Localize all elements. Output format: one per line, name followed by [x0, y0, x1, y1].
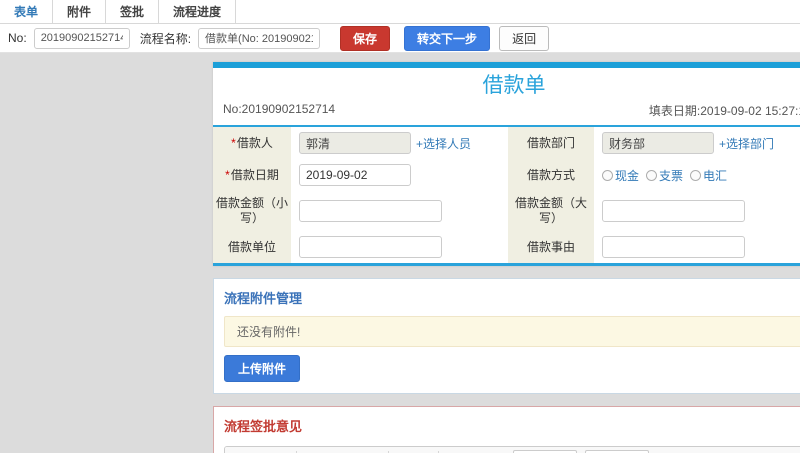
- tab-form[interactable]: 表单: [0, 0, 54, 23]
- upload-attachment-button[interactable]: 上传附件: [224, 355, 301, 382]
- borrow-method-field: 现金 支票 电汇: [594, 159, 800, 191]
- main-panel: 借款单 No:20190902152714 填表日期:2019-09-02 15…: [213, 62, 800, 453]
- next-step-button[interactable]: 转交下一步: [404, 25, 491, 51]
- no-label: No:: [8, 31, 27, 45]
- page-title: 借款单: [482, 74, 546, 97]
- radio-circle-icon[interactable]: [646, 169, 658, 181]
- borrower-label: *借款人: [213, 127, 291, 159]
- amount-lower-input[interactable]: [299, 200, 442, 222]
- no-attachment-alert: 还没有附件!: [224, 316, 800, 347]
- anchor-flag-button[interactable]: [364, 449, 384, 453]
- tab-bar: 表单 附件 签批 流程进度: [0, 0, 800, 24]
- approval-panel: 流程签批意见 B I abc: [213, 406, 800, 453]
- doc-fill-date: 填表日期:2019-09-02 15:27:1: [648, 104, 800, 118]
- amount-upper-input[interactable]: [602, 200, 745, 222]
- unlink-button[interactable]: [343, 449, 363, 453]
- borrow-date-input[interactable]: [299, 164, 411, 186]
- select-department-link[interactable]: +选择部门: [719, 135, 774, 152]
- borrower-field: +选择人员: [291, 127, 508, 159]
- borrow-date-label: *借款日期: [213, 159, 291, 191]
- borrow-reason-field: [594, 231, 800, 263]
- tab-approval[interactable]: 签批: [106, 0, 160, 23]
- borrow-method-radios: 现金 支票 电汇: [602, 167, 727, 184]
- radio-check[interactable]: 支票: [646, 167, 683, 184]
- back-button[interactable]: 返回: [499, 25, 550, 51]
- bulleted-list-button[interactable]: [414, 449, 434, 453]
- no-input[interactable]: [33, 27, 130, 49]
- form-toolbar: No: 流程名称: 保存 转交下一步 返回: [0, 24, 800, 53]
- amount-lower-field: [291, 191, 508, 231]
- remove-format-button[interactable]: [301, 449, 321, 453]
- borrower-input: [299, 132, 411, 154]
- blockquote-button[interactable]: ”: [485, 449, 505, 453]
- radio-circle-icon[interactable]: [690, 169, 702, 181]
- borrow-method-label: 借款方式: [508, 159, 594, 191]
- borrow-unit-label: 借款单位: [213, 231, 291, 263]
- radio-cash[interactable]: 现金: [602, 167, 639, 184]
- outdent-button[interactable]: [443, 449, 463, 453]
- strikethrough-button[interactable]: abc: [272, 449, 292, 453]
- numbered-list-button[interactable]: 1 2 3: [393, 449, 413, 453]
- styles-dropdown[interactable]: 样式 ▼: [513, 449, 577, 453]
- indent-button[interactable]: [464, 449, 484, 453]
- amount-upper-field: [594, 191, 800, 231]
- italic-button[interactable]: I: [251, 449, 271, 453]
- bold-button[interactable]: B: [230, 449, 250, 453]
- department-label: 借款部门: [508, 127, 594, 159]
- link-button[interactable]: [322, 449, 342, 453]
- borrow-reason-input[interactable]: [602, 236, 745, 258]
- radio-circle-icon[interactable]: [602, 169, 613, 181]
- borrow-date-field: [291, 159, 508, 191]
- save-button[interactable]: 保存: [340, 25, 391, 51]
- required-marker: *: [231, 135, 236, 150]
- doc-meta-row: No:20190902152714 填表日期:2019-09-02 15:27:…: [213, 100, 800, 127]
- tab-attachment[interactable]: 附件: [53, 0, 107, 23]
- attachment-panel-title: 流程附件管理: [224, 291, 303, 306]
- format-dropdown[interactable]: 格式 ▼: [585, 449, 649, 453]
- attachment-panel: 流程附件管理 还没有附件! 上传附件: [213, 278, 800, 394]
- borrow-reason-label: 借款事由: [508, 231, 594, 263]
- tab-process-progress[interactable]: 流程进度: [159, 0, 237, 23]
- approval-panel-title: 流程签批意见: [224, 419, 303, 434]
- borrow-unit-input[interactable]: [299, 236, 442, 258]
- select-person-link[interactable]: +选择人员: [416, 135, 471, 152]
- loan-form-table: *借款人 +选择人员 借款部门 +选择部门 *借款日期 借款方式: [213, 127, 800, 266]
- doc-number: No:20190902152714: [223, 102, 336, 116]
- amount-lower-label: 借款金额（小写）: [213, 191, 291, 231]
- editor-toolbar: B I abc: [225, 447, 800, 453]
- department-input: [602, 132, 714, 154]
- amount-upper-label: 借款金额（大写）: [508, 191, 594, 231]
- rich-text-editor: B I abc: [224, 446, 800, 453]
- required-marker: *: [225, 167, 230, 182]
- process-name-label: 流程名称:: [139, 31, 192, 46]
- loan-form-card: 借款单 No:20190902152714 填表日期:2019-09-02 15…: [213, 62, 800, 266]
- process-name-input[interactable]: [198, 27, 321, 49]
- top-bar: 表单 附件 签批 流程进度 No: 流程名称: 保存 转交下一步 返回: [0, 0, 800, 53]
- department-field: +选择部门: [594, 127, 800, 159]
- radio-wire-transfer[interactable]: 电汇: [690, 167, 727, 184]
- borrow-unit-field: [291, 231, 508, 263]
